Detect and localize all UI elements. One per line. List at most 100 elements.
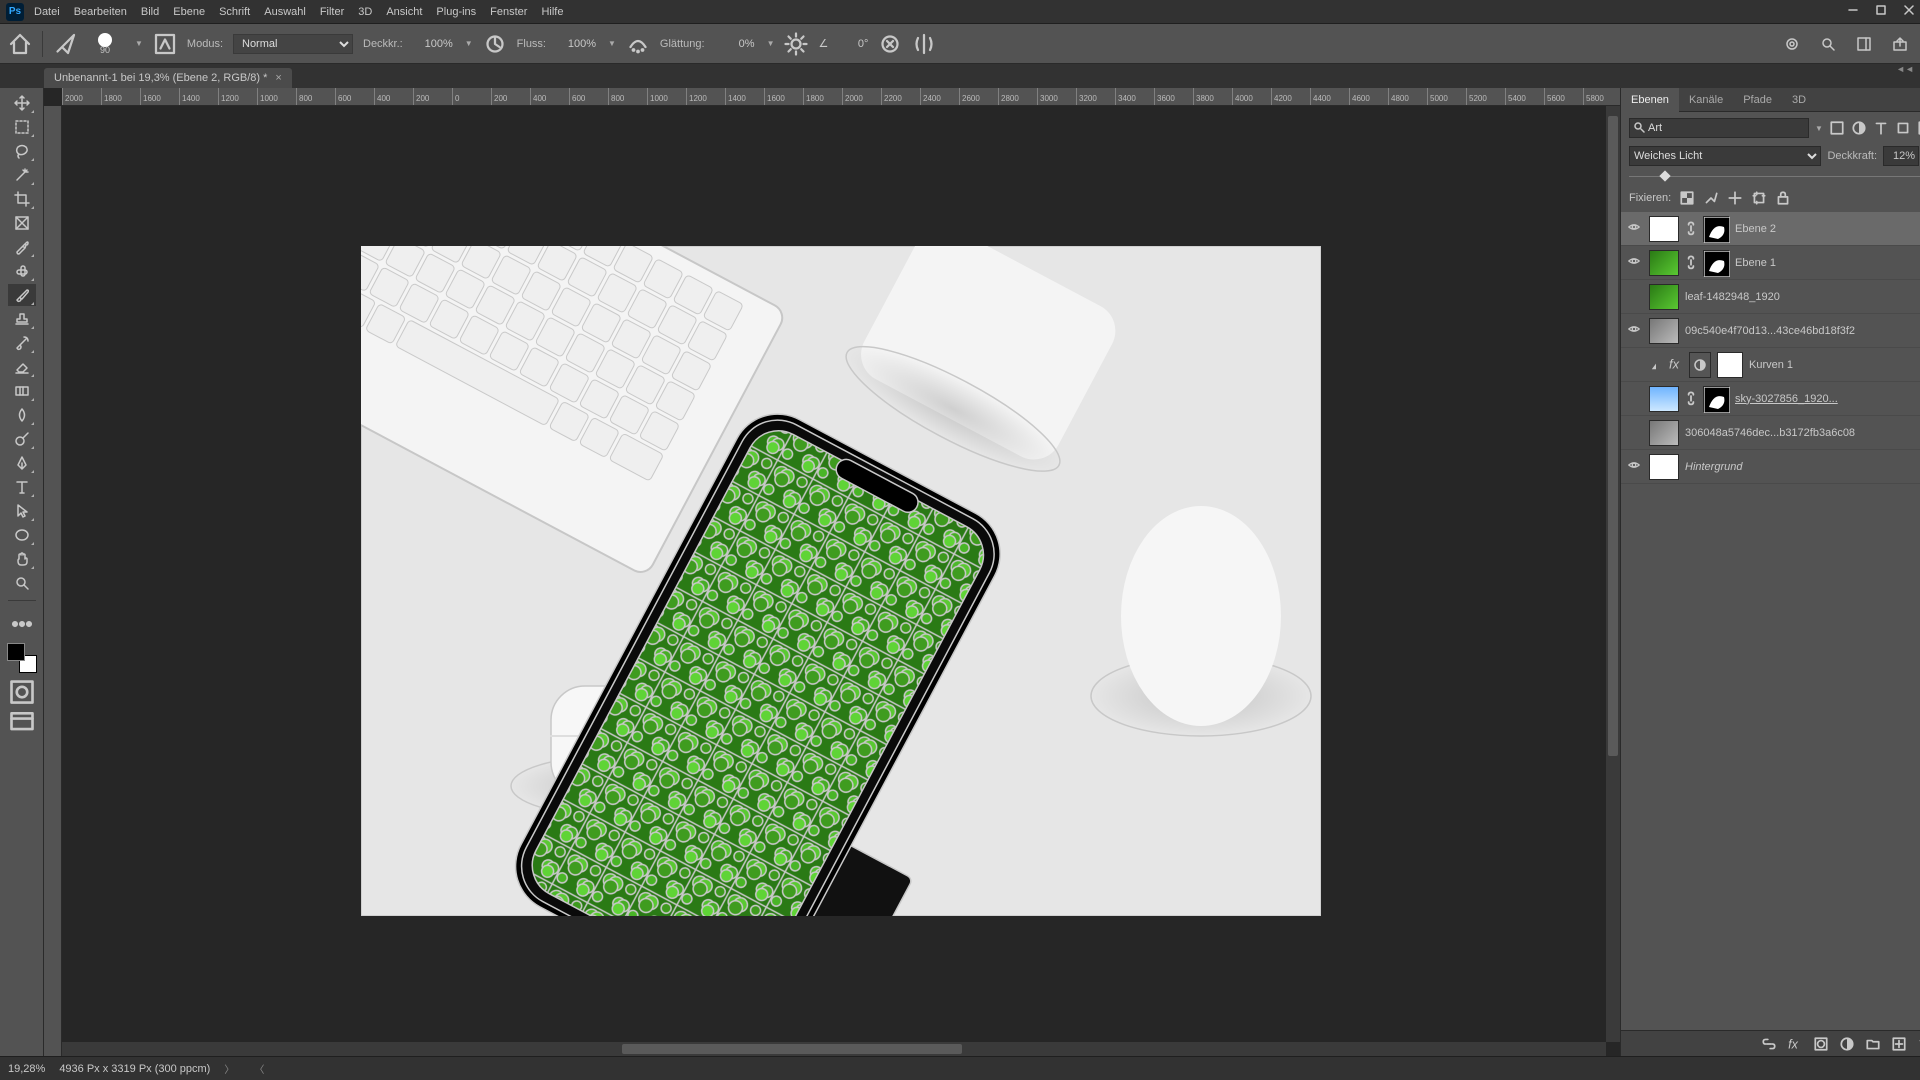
lock-position-icon[interactable]	[1727, 190, 1743, 206]
link-mask-icon[interactable]	[1685, 250, 1697, 276]
symmetry-button[interactable]	[912, 32, 936, 56]
edit-toolbar-button[interactable]	[8, 613, 36, 635]
canvas-viewport[interactable]	[62, 106, 1620, 1056]
blend-mode-select-panel[interactable]: Weiches Licht	[1629, 146, 1821, 166]
wand-tool[interactable]	[8, 164, 36, 186]
tab-paths[interactable]: Pfade	[1733, 88, 1782, 112]
smoothing-options-button[interactable]	[784, 32, 808, 56]
layer-name[interactable]: Ebene 1	[1735, 257, 1920, 269]
menu-edit[interactable]: Bearbeiten	[74, 6, 127, 18]
layer-mask-thumbnail[interactable]	[1703, 250, 1729, 276]
eraser-tool[interactable]	[8, 356, 36, 378]
layer-row[interactable]: 09c540e4f70d13...43ce46bd18f3f2	[1621, 314, 1920, 348]
filter-adjust-icon[interactable]	[1851, 120, 1867, 136]
blur-tool[interactable]	[8, 404, 36, 426]
airbrush-button[interactable]	[626, 32, 650, 56]
share-button[interactable]	[1888, 32, 1912, 56]
path-select-tool[interactable]	[8, 500, 36, 522]
layer-row[interactable]: leaf-1482948_1920	[1621, 280, 1920, 314]
visibility-toggle[interactable]	[1625, 458, 1643, 475]
pen-tool[interactable]	[8, 452, 36, 474]
flow-value[interactable]: 100%	[556, 38, 596, 50]
brush-settings-button[interactable]	[153, 32, 177, 56]
dodge-tool[interactable]	[8, 428, 36, 450]
expand-panels-icon[interactable]: ◄◄	[1896, 64, 1914, 74]
ruler-vertical[interactable]	[44, 106, 62, 1056]
menu-file[interactable]: Datei	[34, 6, 60, 18]
foreground-color-swatch[interactable]	[7, 643, 25, 661]
group-icon[interactable]	[1865, 1036, 1881, 1052]
menu-type[interactable]: Schrift	[219, 6, 250, 18]
visibility-toggle[interactable]	[1625, 220, 1643, 237]
healing-tool[interactable]	[8, 260, 36, 282]
statusbar-chevron-icon[interactable]: 〉	[224, 1061, 234, 1076]
layer-name[interactable]: 09c540e4f70d13...43ce46bd18f3f2	[1685, 325, 1920, 337]
lock-transparency-icon[interactable]	[1679, 190, 1695, 206]
layer-row[interactable]: fxKurven 1	[1621, 348, 1920, 382]
menu-window[interactable]: Fenster	[490, 6, 527, 18]
shape-tool[interactable]	[8, 524, 36, 546]
brush-tool[interactable]	[8, 284, 36, 306]
home-button[interactable]	[8, 32, 32, 56]
frame-tool[interactable]	[8, 212, 36, 234]
tab-channels[interactable]: Kanäle	[1679, 88, 1733, 112]
minimize-button[interactable]	[1848, 5, 1858, 18]
adjustment-icon[interactable]	[1839, 1036, 1855, 1052]
visibility-toggle[interactable]	[1625, 254, 1643, 271]
menu-3d[interactable]: 3D	[358, 6, 372, 18]
quickmask-button[interactable]	[8, 681, 36, 703]
layer-row[interactable]: 306048a5746dec...b3172fb3a6c08	[1621, 416, 1920, 450]
close-button[interactable]	[1904, 5, 1914, 18]
doc-dimensions[interactable]: 4936 Px x 3319 Px (300 ppcm)	[59, 1063, 210, 1075]
filter-pixel-icon[interactable]	[1829, 120, 1845, 136]
layer-name[interactable]: Kurven 1	[1749, 359, 1920, 371]
lock-all-icon[interactable]	[1775, 190, 1791, 206]
link-layers-icon[interactable]	[1761, 1036, 1777, 1052]
layer-row[interactable]: Ebene 2	[1621, 212, 1920, 246]
opacity-slider[interactable]	[1629, 170, 1920, 184]
menu-view[interactable]: Ansicht	[386, 6, 422, 18]
layer-row[interactable]: Hintergrund	[1621, 450, 1920, 484]
new-layer-icon[interactable]	[1891, 1036, 1907, 1052]
filter-shape-icon[interactable]	[1895, 120, 1911, 136]
layer-row[interactable]: sky-3027856_1920...	[1621, 382, 1920, 416]
visibility-toggle[interactable]	[1625, 322, 1643, 339]
stamp-tool[interactable]	[8, 308, 36, 330]
gradient-tool[interactable]	[8, 380, 36, 402]
zoom-level[interactable]: 19,28%	[8, 1063, 45, 1075]
opacity-pressure-button[interactable]	[483, 32, 507, 56]
filter-type-icon[interactable]	[1873, 120, 1889, 136]
horizontal-scrollbar[interactable]	[62, 1042, 1606, 1056]
layer-name[interactable]: Hintergrund	[1685, 461, 1915, 473]
fx-icon[interactable]: fx	[1787, 1036, 1803, 1052]
hand-tool[interactable]	[8, 548, 36, 570]
chevron-down-icon[interactable]: ▼	[1815, 124, 1823, 133]
statusbar-chevron-left-icon[interactable]: 〈	[254, 1061, 264, 1076]
lock-artboard-icon[interactable]	[1751, 190, 1767, 206]
move-tool[interactable]	[8, 92, 36, 114]
crop-tool[interactable]	[8, 188, 36, 210]
opacity-value-panel[interactable]: 12%	[1883, 146, 1919, 166]
opacity-value[interactable]: 100%	[413, 38, 453, 50]
eyedropper-tool[interactable]	[8, 236, 36, 258]
color-swatches[interactable]	[7, 643, 37, 673]
zoom-tool[interactable]	[8, 572, 36, 594]
maximize-button[interactable]	[1876, 5, 1886, 18]
layer-row[interactable]: Ebene 1	[1621, 246, 1920, 280]
marquee-tool[interactable]	[8, 116, 36, 138]
search-button[interactable]	[1816, 32, 1840, 56]
layer-mask-thumbnail[interactable]	[1717, 352, 1743, 378]
ruler-horizontal[interactable]: 2000180016001400120010008006004002000200…	[62, 88, 1620, 106]
mask-icon[interactable]	[1813, 1036, 1829, 1052]
menu-select[interactable]: Auswahl	[264, 6, 306, 18]
tab-3d[interactable]: 3D	[1782, 88, 1816, 112]
layer-mask-thumbnail[interactable]	[1703, 386, 1729, 412]
blend-mode-select[interactable]: Normal	[233, 34, 353, 54]
menu-help[interactable]: Hilfe	[541, 6, 563, 18]
layer-name[interactable]: leaf-1482948_1920	[1685, 291, 1920, 303]
vertical-scrollbar[interactable]	[1606, 106, 1620, 1042]
lock-pixels-icon[interactable]	[1703, 190, 1719, 206]
layer-mask-thumbnail[interactable]	[1703, 216, 1729, 242]
screenmode-button[interactable]	[8, 711, 36, 733]
angle-value[interactable]: 0°	[838, 38, 868, 50]
